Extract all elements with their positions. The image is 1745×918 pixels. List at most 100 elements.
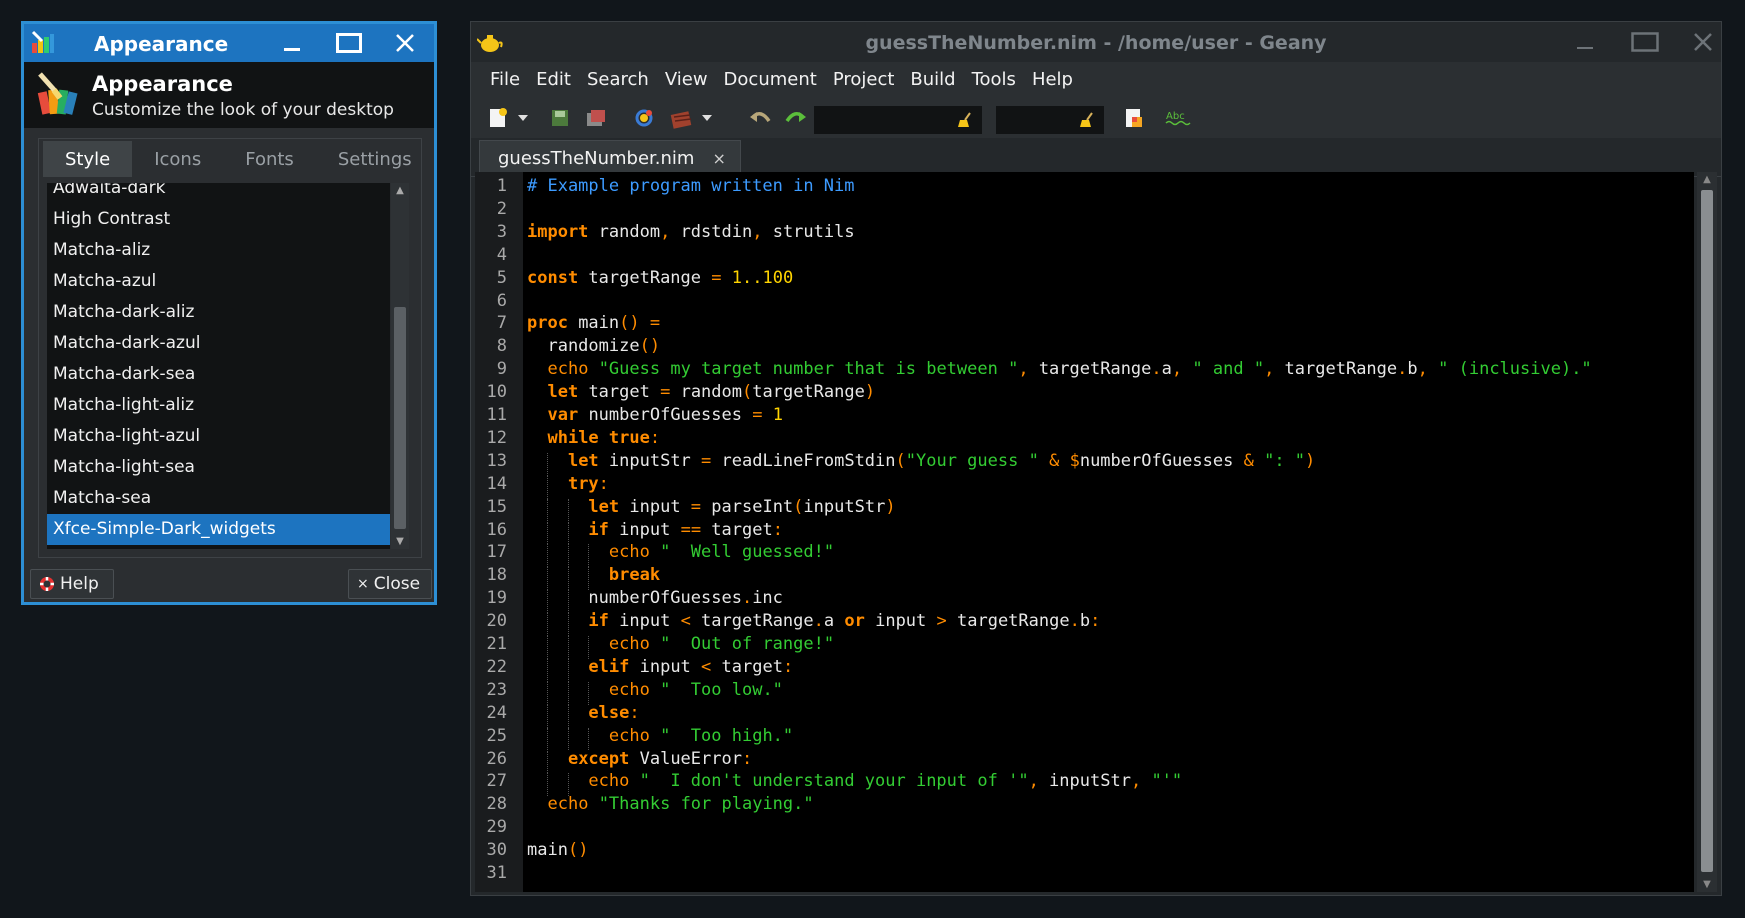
menubar: File Edit Search View Document Project B… (471, 62, 1721, 98)
code-line: if input < targetRange.a or input > targ… (588, 611, 1101, 632)
build-dropdown[interactable] (699, 105, 715, 131)
theme-item[interactable]: Matcha-light-aliz (47, 390, 390, 421)
theme-item[interactable]: Adwaita-dark (47, 183, 390, 204)
close-button[interactable]: × Close (348, 569, 432, 599)
close-window-button[interactable] (385, 27, 425, 59)
indent-guide (547, 727, 549, 751)
indent-guide (547, 590, 549, 614)
code-line: numberOfGuesses.inc (527, 588, 783, 609)
code-line: echo "Thanks for playing." (547, 794, 814, 815)
theme-item[interactable]: Matcha-azul (47, 266, 390, 297)
clear-broom-icon[interactable] (1078, 111, 1096, 129)
new-file-dropdown[interactable] (515, 105, 531, 131)
geany-minimize-button[interactable] (1565, 26, 1605, 58)
line-number: 28 (486, 794, 507, 815)
code-line: while true: (547, 427, 661, 448)
line-number: 20 (486, 611, 507, 632)
indent-guide (567, 544, 569, 568)
compile-button[interactable] (669, 105, 695, 131)
color-chooser-button[interactable] (1121, 105, 1147, 131)
tab-settings[interactable]: Settings (316, 141, 434, 177)
appearance-titlebar[interactable]: Appearance (24, 24, 434, 62)
close-label: Close (373, 574, 421, 594)
theme-item[interactable]: Matcha-dark-aliz (47, 297, 390, 328)
theme-item-selected[interactable]: Xfce-Simple-Dark_widgets (47, 514, 390, 545)
theme-item[interactable]: Matcha-aliz (47, 235, 390, 266)
menu-help[interactable]: Help (1024, 62, 1081, 98)
code-line: # Example program written in Nim (527, 176, 855, 196)
tab-fonts[interactable]: Fonts (223, 141, 316, 177)
close-icon (1694, 33, 1712, 51)
menu-build[interactable]: Build (902, 62, 963, 98)
undo-icon (750, 112, 771, 123)
line-number: 31 (486, 863, 507, 883)
editor-scrollbar-thumb[interactable] (1701, 190, 1713, 872)
scroll-up-icon[interactable]: ▲ (391, 185, 409, 196)
code-line: except ValueError: (567, 748, 753, 769)
tab-close-icon[interactable]: × (712, 149, 725, 168)
theme-list-scrollbar[interactable]: ▲ ▼ (391, 183, 409, 549)
geany-maximize-button[interactable] (1625, 26, 1665, 58)
geany-titlebar[interactable]: guessTheNumber.nim - /home/user - Geany (471, 22, 1721, 62)
undo-button[interactable] (747, 105, 773, 131)
indent-guide (567, 727, 569, 751)
scroll-down-icon[interactable]: ▼ (391, 536, 409, 547)
menu-view[interactable]: View (657, 62, 716, 98)
save-all-icon (587, 110, 605, 126)
close-x-icon: × (357, 576, 369, 592)
theme-item[interactable]: Matcha-dark-sea (47, 359, 390, 390)
line-number: 9 (496, 359, 507, 380)
line-number: 15 (486, 496, 507, 517)
maximize-button[interactable] (329, 27, 369, 59)
geany-close-button[interactable] (1683, 26, 1723, 58)
new-file-button[interactable] (485, 105, 511, 131)
goto-line-entry[interactable] (996, 106, 1104, 134)
save-button[interactable] (547, 105, 573, 131)
code-line: echo " Well guessed!" (608, 542, 835, 563)
indent-guide (588, 567, 590, 591)
editor-scrollbar[interactable]: ▲ ▼ (1697, 172, 1717, 892)
line-number: 2 (496, 198, 507, 219)
menu-search[interactable]: Search (579, 62, 657, 98)
document-tab[interactable]: guessTheNumber.nim × (479, 140, 741, 176)
line-number: 30 (486, 840, 507, 861)
scrollbar-thumb[interactable] (394, 307, 406, 529)
search-entry[interactable] (814, 106, 982, 134)
code-line: echo "Guess my target number that is bet… (547, 359, 1592, 380)
theme-item[interactable]: Matcha-light-sea (47, 452, 390, 483)
reload-button[interactable] (631, 105, 657, 131)
redo-button[interactable] (783, 105, 809, 131)
code-line: randomize() (527, 336, 661, 357)
indent-guide (567, 681, 569, 705)
indent-guide (567, 773, 569, 797)
appearance-header: Appearance Customize the look of your de… (24, 62, 434, 128)
theme-item[interactable]: Matcha-dark-azul (47, 328, 390, 359)
save-all-button[interactable] (583, 105, 609, 131)
spellcheck-button[interactable]: Abc (1163, 105, 1193, 131)
redo-icon (785, 112, 806, 123)
header-title: Appearance (92, 72, 233, 96)
menu-edit[interactable]: Edit (528, 62, 579, 98)
menu-project[interactable]: Project (825, 62, 903, 98)
menu-tools[interactable]: Tools (964, 62, 1024, 98)
scroll-down-icon[interactable]: ▼ (1697, 879, 1717, 890)
theme-item[interactable]: High Contrast (47, 204, 390, 235)
clear-broom-icon[interactable] (956, 111, 974, 129)
indent-guide (547, 521, 549, 545)
menu-file[interactable]: File (482, 62, 528, 98)
code-editor[interactable]: 1 2 3 4 5 6 7 8 9 10 11 12 13 14 15 16 17 18 19 20 21 22 23 24 2… (475, 172, 1694, 892)
indent-guide (567, 704, 569, 728)
theme-list[interactable]: Adwaita-dark High Contrast Matcha-aliz M… (47, 183, 390, 549)
line-number: 3 (496, 221, 507, 242)
scroll-up-icon[interactable]: ▲ (1697, 174, 1717, 185)
code-line: if input == target: (588, 519, 783, 540)
tab-style[interactable]: Style (43, 141, 133, 177)
code-line: let target = random(targetRange) (547, 382, 876, 403)
menu-document[interactable]: Document (716, 62, 825, 98)
tab-icons[interactable]: Icons (132, 141, 223, 177)
minimize-button[interactable] (272, 27, 312, 59)
line-number: 26 (486, 748, 507, 769)
help-button[interactable]: Help (30, 569, 114, 599)
theme-item[interactable]: Matcha-light-azul (47, 421, 390, 452)
theme-item[interactable]: Matcha-sea (47, 483, 390, 514)
